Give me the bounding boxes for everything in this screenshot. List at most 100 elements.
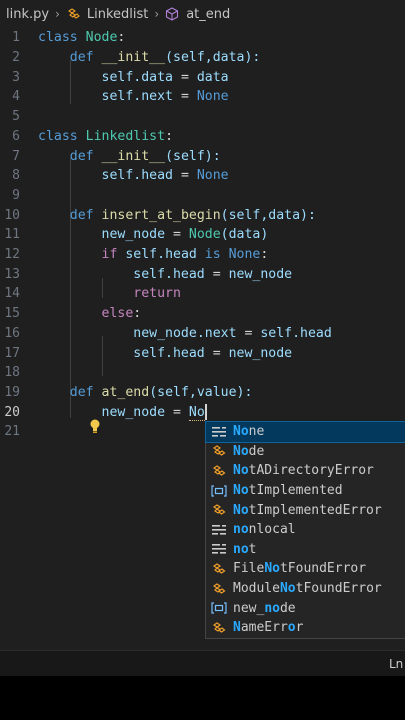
code-token: return xyxy=(133,286,181,302)
code-line: 7 def __init__(self): xyxy=(0,146,405,166)
code-token: : xyxy=(133,306,142,322)
suggestion-label: NameError xyxy=(233,620,304,636)
code-token: .head xyxy=(157,247,205,263)
suggestion-label: NotADirectoryError xyxy=(233,463,374,479)
suggestion-item[interactable]: FileNotFoundError xyxy=(206,559,405,579)
suggestion-label: NotImplemented xyxy=(233,483,343,499)
code-token: Node xyxy=(188,227,221,243)
code-token: (self): xyxy=(165,148,221,164)
keyword-icon xyxy=(210,522,228,538)
code-token: data xyxy=(196,69,229,85)
code-token: None xyxy=(220,247,261,263)
code-token: def insert_at_begin(self,data): xyxy=(38,208,316,223)
code-token: class Node: xyxy=(38,30,125,45)
breadcrumb: link.py › Linkedlist › at_end xyxy=(0,0,405,28)
code-token: def xyxy=(69,384,94,400)
class-icon xyxy=(210,581,228,597)
code-line: 12 if self.head is None: xyxy=(0,245,405,265)
text-cursor xyxy=(204,404,207,421)
code-token: .head xyxy=(292,325,332,341)
line-number: 6 xyxy=(12,128,20,144)
code-token: class xyxy=(38,128,78,144)
class-icon xyxy=(210,561,228,577)
line-number: 1 xyxy=(12,30,20,46)
suggestion-item[interactable]: NotImplemented xyxy=(206,481,405,501)
code-token: self.data = data xyxy=(38,70,229,85)
code-token: (data) xyxy=(220,227,269,243)
code-token: (self,data): xyxy=(165,50,261,66)
code-token: .next xyxy=(196,325,237,341)
code-token: self xyxy=(101,89,134,105)
suggestion-item[interactable]: NameError xyxy=(206,618,405,638)
line-number: 20 xyxy=(4,404,20,420)
breadcrumb-file[interactable]: link.py xyxy=(6,7,49,22)
line-number: 21 xyxy=(4,424,20,440)
code-token: self xyxy=(133,266,166,282)
code-token: new_node.next = self.head xyxy=(38,326,332,341)
variable-icon xyxy=(210,600,228,616)
code-line: 4 self.next = None xyxy=(0,87,405,107)
code-token: Node xyxy=(85,30,118,46)
class-icon xyxy=(210,463,228,479)
code-token: else: xyxy=(38,306,142,322)
code-token: return xyxy=(38,286,181,301)
method-icon xyxy=(165,7,179,21)
code-token: : xyxy=(260,247,269,263)
cursor-position[interactable]: Ln xyxy=(389,657,405,671)
code-line: 1 class Node: xyxy=(0,28,405,48)
keyword-icon xyxy=(210,424,228,440)
line-number: 14 xyxy=(4,286,20,302)
code-token: __init__ xyxy=(101,148,166,164)
code-token: Linkedlist xyxy=(85,128,166,144)
code-token: .head xyxy=(165,266,205,282)
line-number: 15 xyxy=(4,306,20,322)
code-token: = xyxy=(236,325,261,341)
suggestion-item[interactable]: not xyxy=(206,540,405,560)
suggestion-item[interactable]: Node xyxy=(206,442,405,462)
code-token: self xyxy=(117,247,158,263)
code-token: insert_at_begin xyxy=(101,207,221,223)
class-icon xyxy=(210,620,228,636)
suggestion-label: nonlocal xyxy=(233,522,296,538)
breadcrumb-class[interactable]: Linkedlist xyxy=(87,7,149,22)
typed-text: No xyxy=(188,405,205,422)
code-token: def xyxy=(69,50,94,66)
line-number: 8 xyxy=(12,168,20,184)
breadcrumb-method[interactable]: at_end xyxy=(186,7,230,22)
code-token: self xyxy=(101,168,134,184)
code-token: = xyxy=(204,345,229,361)
suggestion-item[interactable]: ModuleNotFoundError xyxy=(206,579,405,599)
code-token: __init__ xyxy=(101,50,166,66)
keyword-icon xyxy=(210,541,228,557)
autocomplete-list[interactable]: None Node NotADirectoryError NotImplemented… xyxy=(205,421,405,639)
line-number: 4 xyxy=(12,89,20,105)
code-token: new_node xyxy=(228,266,293,282)
class-icon xyxy=(210,502,228,518)
code-token: else xyxy=(101,306,134,322)
code-line: 6 class Linkedlist: xyxy=(0,127,405,147)
suggestion-label: not xyxy=(233,541,257,557)
code-line: 17 self.head = new_node xyxy=(0,343,405,363)
suggestion-label: NotImplementedError xyxy=(233,502,382,518)
suggestion-item[interactable]: new_node xyxy=(206,598,405,618)
bottom-bar xyxy=(0,676,405,720)
suggestion-item[interactable]: nonlocal xyxy=(206,520,405,540)
code-line: 2 def __init__(self,data): xyxy=(0,48,405,68)
code-token: = xyxy=(173,168,197,184)
suggestion-label: ModuleNotFoundError xyxy=(233,581,382,597)
code-line: 5 xyxy=(0,107,405,127)
code-line: 3 self.data = data xyxy=(0,67,405,87)
code-token: self.next = None xyxy=(38,89,229,104)
code-token: if self.head is None: xyxy=(38,247,269,263)
code-token: self.head = new_node xyxy=(38,346,292,361)
code-token: = xyxy=(165,227,189,243)
suggestion-item[interactable]: NotImplementedError xyxy=(206,500,405,520)
line-number: 17 xyxy=(4,345,20,361)
code-token: new_node xyxy=(133,325,197,341)
suggestion-item[interactable]: NotADirectoryError xyxy=(206,461,405,481)
suggestion-item[interactable]: None xyxy=(205,421,405,443)
status-bar: Ln xyxy=(0,650,405,676)
code-line: 8 self.head = None xyxy=(0,166,405,186)
code-token: def at_end(self,value): xyxy=(38,384,253,400)
line-number: 13 xyxy=(4,266,20,282)
